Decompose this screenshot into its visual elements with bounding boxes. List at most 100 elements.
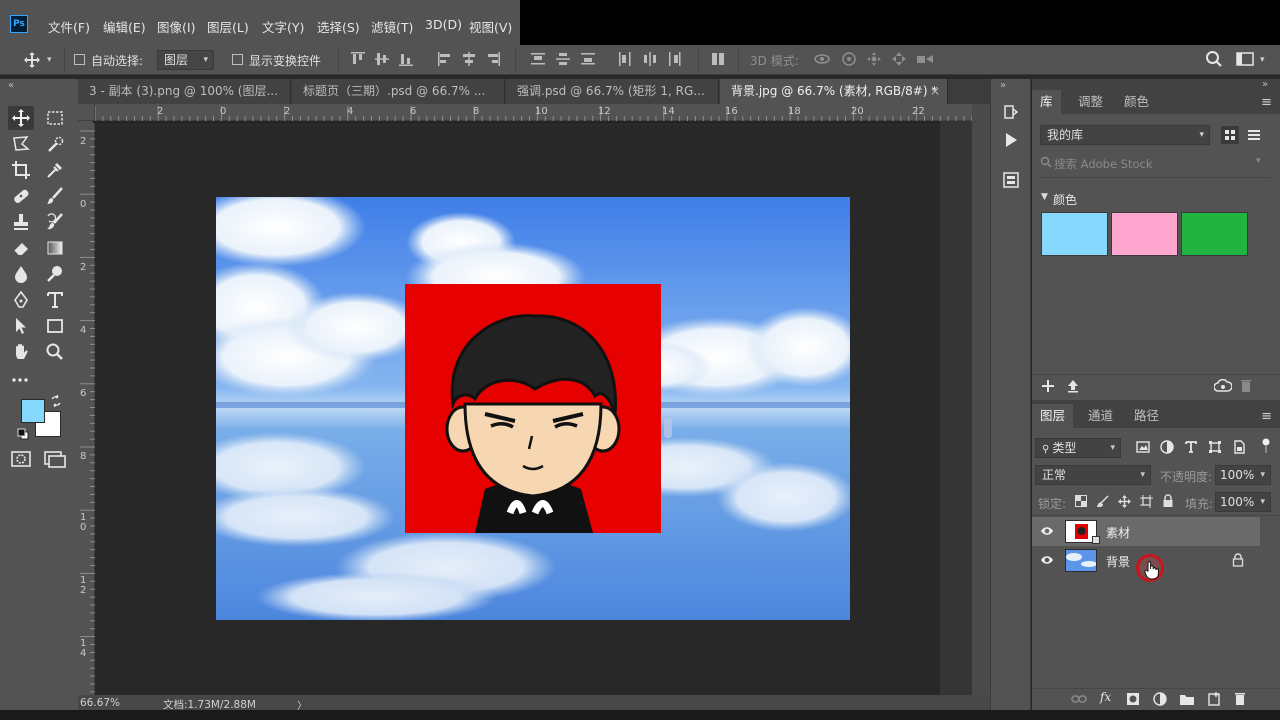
list-view-icon[interactable] bbox=[1246, 126, 1262, 144]
menu-layer[interactable]: 图层(L) bbox=[207, 17, 249, 36]
brush-tool[interactable] bbox=[42, 184, 68, 208]
healing-brush-tool[interactable] bbox=[8, 184, 34, 208]
tab-channels[interactable]: 通道 bbox=[1080, 404, 1121, 428]
menu-image[interactable]: 图像(I) bbox=[157, 17, 195, 36]
lock-transparent-icon[interactable] bbox=[1075, 495, 1087, 507]
tab-background-jpg[interactable]: 背景.jpg @ 66.7% (素材, RGB/8#) * × bbox=[720, 79, 948, 104]
zoom-level[interactable]: 66.67% bbox=[80, 697, 120, 709]
foreground-color-swatch[interactable] bbox=[21, 399, 45, 423]
add-content-icon[interactable] bbox=[1041, 379, 1055, 393]
distribute-vertical-center-icon[interactable] bbox=[555, 51, 571, 67]
pan-3d-icon[interactable] bbox=[866, 51, 882, 67]
filter-pixel-icon[interactable] bbox=[1136, 440, 1150, 454]
layer-row-material[interactable]: 素材 bbox=[1032, 517, 1260, 546]
menu-filter[interactable]: 滤镜(T) bbox=[371, 17, 413, 36]
library-swatch-pink[interactable] bbox=[1111, 212, 1178, 256]
align-bottom-icon[interactable] bbox=[398, 51, 414, 67]
search-icon[interactable] bbox=[1205, 50, 1223, 68]
fill-input[interactable]: 100% ▾ bbox=[1215, 492, 1271, 512]
tab-adjustments[interactable]: 调整 bbox=[1070, 90, 1111, 114]
panel-menu-icon[interactable]: ≡ bbox=[1261, 95, 1272, 110]
new-adjustment-layer-icon[interactable] bbox=[1153, 692, 1167, 706]
layer-name[interactable]: 素材 bbox=[1106, 524, 1130, 541]
align-top-icon[interactable] bbox=[350, 51, 366, 67]
section-expand-icon[interactable]: ▼ bbox=[1041, 192, 1048, 202]
distribute-bottom-icon[interactable] bbox=[580, 51, 596, 67]
dodge-tool[interactable] bbox=[42, 262, 68, 286]
ruler-origin[interactable] bbox=[78, 104, 95, 121]
rectangle-tool[interactable] bbox=[42, 314, 68, 338]
layer-style-fx-icon[interactable]: fx bbox=[1100, 690, 1111, 704]
type-tool[interactable] bbox=[42, 288, 68, 312]
lock-pixels-icon[interactable] bbox=[1097, 495, 1109, 507]
library-swatch-green[interactable] bbox=[1181, 212, 1248, 256]
edit-toolbar[interactable] bbox=[8, 366, 34, 390]
vertical-scrollbar[interactable] bbox=[972, 104, 990, 695]
pen-tool[interactable] bbox=[8, 288, 34, 312]
link-layers-icon[interactable] bbox=[1071, 692, 1087, 706]
swap-colors-icon[interactable] bbox=[50, 395, 62, 407]
delete-layer-icon[interactable] bbox=[1234, 692, 1246, 706]
screen-mode-icon[interactable] bbox=[44, 450, 66, 468]
distribute-top-icon[interactable] bbox=[530, 51, 546, 67]
move-tool-icon[interactable] bbox=[22, 51, 42, 69]
path-selection-tool[interactable] bbox=[8, 314, 34, 338]
menu-select[interactable]: 选择(S) bbox=[317, 17, 360, 36]
tab-layers[interactable]: 图层 bbox=[1032, 404, 1074, 428]
move-tool[interactable] bbox=[8, 106, 34, 130]
roll-3d-icon[interactable] bbox=[841, 51, 857, 67]
auto-select-dropdown[interactable]: 图层 ▾ bbox=[157, 50, 214, 70]
new-group-folder-icon[interactable] bbox=[1179, 692, 1195, 706]
properties-panel-icon[interactable] bbox=[1002, 171, 1020, 189]
eraser-tool[interactable] bbox=[8, 236, 34, 260]
tab-libraries[interactable]: 库 bbox=[1032, 90, 1061, 114]
lasso-tool[interactable] bbox=[8, 132, 34, 156]
tab-emphasis-psd[interactable]: 强调.psd @ 66.7% (矩形 1, RG... bbox=[506, 79, 719, 104]
collapse-panels-icon[interactable]: » bbox=[1262, 79, 1268, 90]
lock-artboard-icon[interactable] bbox=[1140, 495, 1153, 508]
collapse-toolbox-icon[interactable]: « bbox=[8, 80, 14, 91]
menu-view[interactable]: 视图(V) bbox=[469, 17, 512, 36]
gradient-tool[interactable] bbox=[42, 236, 68, 260]
panel-menu-icon[interactable]: ≡ bbox=[1261, 409, 1272, 424]
align-left-icon[interactable] bbox=[437, 51, 453, 67]
align-horizontal-center-icon[interactable] bbox=[461, 51, 477, 67]
filter-toggle-switch[interactable] bbox=[1262, 438, 1270, 454]
upload-icon[interactable] bbox=[1066, 379, 1080, 393]
zoom-tool[interactable] bbox=[42, 340, 68, 364]
new-layer-icon[interactable] bbox=[1207, 692, 1221, 706]
quick-mask-icon[interactable] bbox=[11, 450, 31, 468]
stock-search-input[interactable]: 搜索 Adobe Stock bbox=[1054, 156, 1153, 172]
clone-stamp-tool[interactable] bbox=[8, 210, 34, 234]
blur-tool[interactable] bbox=[8, 262, 34, 286]
library-select[interactable]: 我的库 ▾ bbox=[1040, 125, 1210, 145]
grid-view-button[interactable] bbox=[1221, 126, 1239, 144]
blend-mode-select[interactable]: 正常 ▾ bbox=[1035, 465, 1151, 485]
lock-position-icon[interactable] bbox=[1118, 495, 1131, 508]
quick-selection-tool[interactable] bbox=[42, 132, 68, 156]
tool-preset-chevron-icon[interactable]: ▾ bbox=[47, 55, 52, 65]
menu-file[interactable]: 文件(F) bbox=[48, 17, 90, 36]
search-chevron-icon[interactable]: ▾ bbox=[1256, 156, 1261, 166]
auto-align-icon[interactable] bbox=[710, 51, 726, 67]
scale-3d-icon[interactable] bbox=[916, 51, 936, 67]
auto-select-checkbox[interactable] bbox=[74, 54, 85, 65]
align-vertical-center-icon[interactable] bbox=[374, 51, 390, 67]
slide-3d-icon[interactable] bbox=[891, 51, 907, 67]
avatar-layer[interactable] bbox=[405, 284, 661, 533]
marquee-tool[interactable] bbox=[42, 106, 68, 130]
menu-edit[interactable]: 编辑(E) bbox=[103, 17, 146, 36]
distribute-left-icon[interactable] bbox=[617, 51, 633, 67]
tab-title-page-psd[interactable]: 标题页（三期）.psd @ 66.7% ... bbox=[292, 79, 505, 104]
filter-smart-object-icon[interactable] bbox=[1232, 440, 1246, 454]
menu-type[interactable]: 文字(Y) bbox=[262, 17, 304, 36]
eyedropper-tool[interactable] bbox=[42, 158, 68, 182]
layer-filter-select[interactable]: ⚲ 类型 ▾ bbox=[1035, 438, 1121, 458]
workspace-chevron-icon[interactable]: ▾ bbox=[1260, 55, 1265, 65]
tab-paths[interactable]: 路径 bbox=[1126, 404, 1167, 428]
actions-play-icon[interactable] bbox=[1004, 132, 1018, 148]
collapse-strip-icon[interactable]: » bbox=[1000, 80, 1006, 91]
add-mask-icon[interactable] bbox=[1126, 692, 1140, 706]
cloud-sync-icon[interactable] bbox=[1214, 379, 1232, 393]
delete-library-icon[interactable] bbox=[1240, 379, 1252, 393]
